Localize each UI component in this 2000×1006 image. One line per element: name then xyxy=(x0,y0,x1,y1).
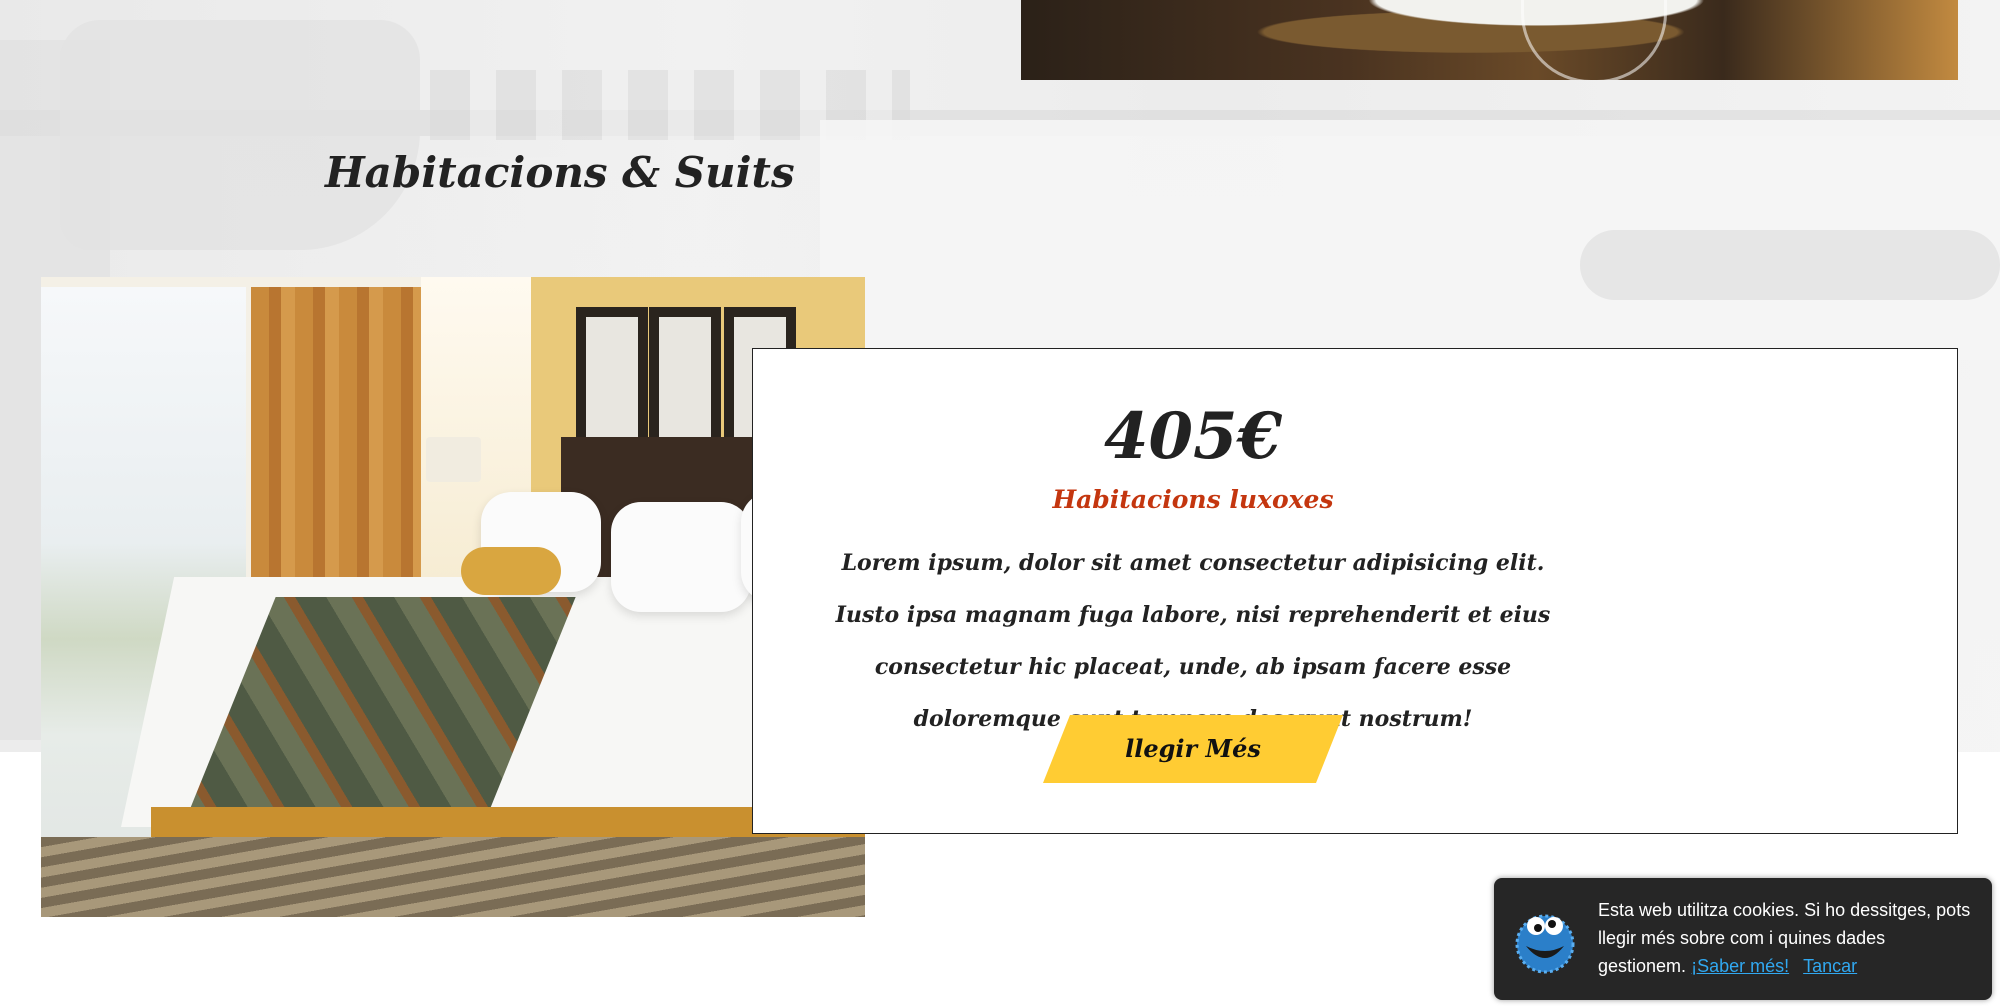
read-more-button[interactable]: llegir Més xyxy=(1043,715,1343,783)
cookie-banner: Esta web utilitza cookies. Si ho dessitg… xyxy=(1494,878,1992,1000)
room-photo xyxy=(41,277,865,917)
read-more-button-label: llegir Més xyxy=(1125,734,1261,763)
room-type-label: Habitacions luxoxes xyxy=(1052,485,1334,514)
dining-photo xyxy=(1021,0,1958,80)
close-cookie-link[interactable]: Tancar xyxy=(1803,956,1857,976)
room-price: 405€ xyxy=(1103,399,1283,474)
cookie-text-block: Esta web utilitza cookies. Si ho dessitg… xyxy=(1598,896,1978,980)
learn-more-link[interactable]: ¡Saber més! xyxy=(1691,956,1789,976)
room-price-card: 405€ Habitacions luxoxes Lorem ipsum, do… xyxy=(752,348,1958,834)
section-title: Habitacions & Suits xyxy=(325,148,795,197)
room-description: Lorem ipsum, dolor sit amet consectetur … xyxy=(835,550,1551,732)
cookie-monster-icon xyxy=(1515,914,1575,974)
